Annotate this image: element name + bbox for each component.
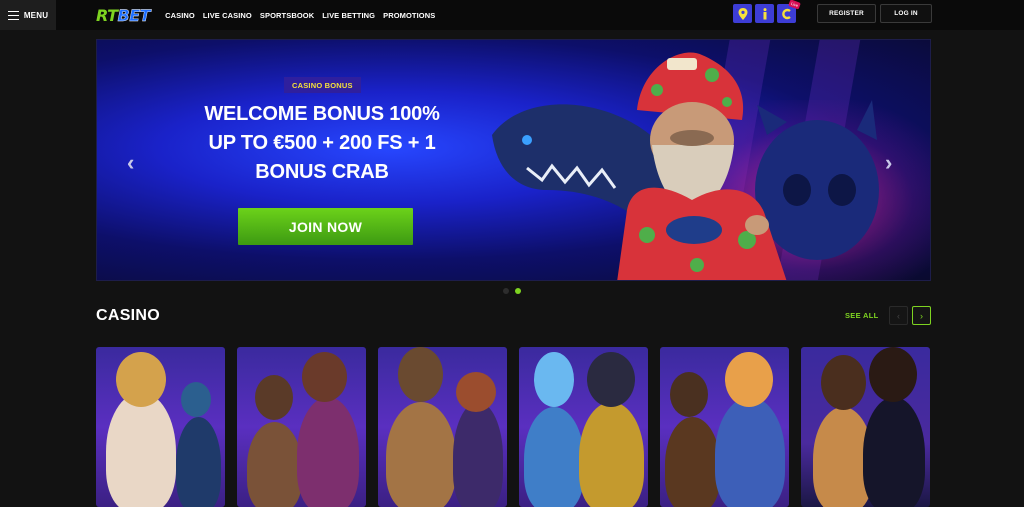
casino-bonus-tag: CASINO BONUS: [284, 77, 361, 93]
game-card[interactable]: [237, 347, 366, 507]
carousel-prev-button[interactable]: ‹: [889, 306, 908, 325]
hamburger-icon: [7, 10, 19, 20]
menu-label: MENU: [23, 10, 49, 20]
game-card[interactable]: [378, 347, 507, 507]
nav-live-betting[interactable]: LIVE BETTING: [322, 11, 375, 20]
slide-dot-active[interactable]: [515, 288, 521, 294]
hero-banner[interactable]: ‹ › CASINO BONUS WELCOME BONUS 100% UP T…: [96, 39, 931, 281]
slide-dot[interactable]: [503, 288, 509, 294]
login-button[interactable]: LOG IN: [880, 4, 932, 23]
game-card[interactable]: [519, 347, 648, 507]
top-header: MENU RTBET CASINO LIVE CASINO SPORTSBOOK…: [0, 0, 1024, 30]
game-card[interactable]: [96, 347, 225, 507]
register-button[interactable]: REGISTER: [817, 4, 876, 23]
game-card[interactable]: [801, 347, 930, 507]
nav-promotions[interactable]: PROMOTIONS: [383, 11, 435, 20]
see-all-link[interactable]: SEE ALL: [845, 311, 879, 320]
menu-button[interactable]: MENU: [0, 0, 56, 30]
game-cards: [96, 347, 930, 507]
slide-dots: [503, 288, 521, 294]
next-slide-arrow[interactable]: ›: [885, 150, 892, 176]
nav-sportsbook[interactable]: SPORTSBOOK: [260, 11, 314, 20]
carousel-next-button[interactable]: ›: [912, 306, 931, 325]
nav-casino[interactable]: CASINO: [165, 11, 195, 20]
prev-slide-arrow[interactable]: ‹: [127, 150, 134, 176]
hero-title: WELCOME BONUS 100% UP TO €500 + 200 FS +…: [204, 103, 440, 183]
map-pin-icon[interactable]: [733, 4, 752, 23]
utility-icons: Live: [733, 0, 801, 23]
casino-section-title: CASINO: [96, 307, 161, 324]
chat-icon[interactable]: Live: [777, 0, 801, 23]
info-icon[interactable]: [755, 4, 774, 23]
main-nav: CASINO LIVE CASINO SPORTSBOOK LIVE BETTI…: [165, 11, 435, 20]
site-logo[interactable]: RTBET: [96, 5, 151, 24]
join-now-button[interactable]: JOIN NOW: [238, 208, 413, 245]
game-card[interactable]: [660, 347, 789, 507]
nav-live-casino[interactable]: LIVE CASINO: [203, 11, 252, 20]
